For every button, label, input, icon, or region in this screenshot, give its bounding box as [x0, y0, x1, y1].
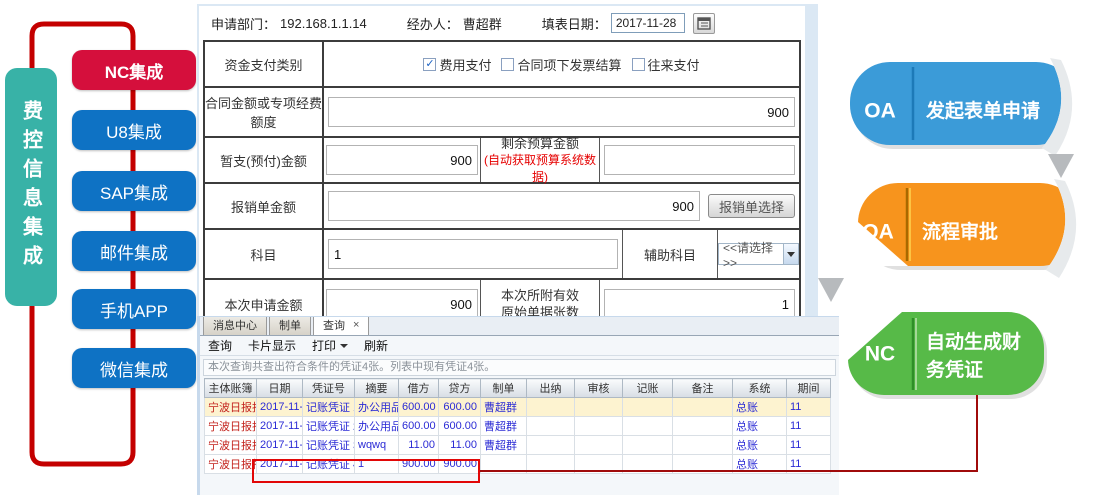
print-dropdown-icon — [340, 344, 348, 348]
advance-amount-input[interactable]: 900 — [326, 145, 478, 175]
reimburse-select-button[interactable]: 报销单选择 — [708, 194, 795, 218]
dept-value: 192.168.1.1.14 — [280, 16, 367, 31]
dept-label: 申请部门： — [211, 14, 276, 33]
row-apply-amount: 本次申请金额 900 本次所附有效 原始单据张数 1 — [205, 280, 799, 318]
calendar-glyph — [697, 16, 711, 30]
sidebar-item-u8: U8集成 — [72, 110, 196, 150]
flow-step-1: OA 发起表单申请 — [850, 54, 1094, 182]
connector-line-horizontal — [480, 470, 977, 472]
combo-arrow-icon[interactable] — [783, 244, 798, 264]
aux-subject-select[interactable]: <<请选择>> — [718, 243, 799, 265]
flow-step-1-label: 发起表单申请 — [925, 99, 1040, 122]
row-payment-type: 资金支付类别 ✓ 费用支付 合同项下发票结算 往来支付 — [205, 42, 799, 88]
budget-label: 剩余预算金额 — [501, 135, 579, 152]
infographic-canvas: 费控信息集成 NC集成 U8集成 SAP集成 邮件集成 手机APP 微信集成 申… — [0, 0, 1094, 495]
contract-amount-input[interactable]: 900 — [328, 97, 795, 127]
checkbox-contract-invoice[interactable]: 合同项下发票结算 — [501, 55, 621, 74]
left-title-text: 费控信息集成 — [17, 100, 46, 274]
table-row[interactable]: 宁波日报报业集..2017-11-03 记账凭证 2办公用品1 600.0060… — [205, 417, 831, 436]
tab-voucher-entry[interactable]: 制单 — [269, 316, 311, 335]
sidebar-item-mobile: 手机APP — [72, 289, 196, 329]
toolbar-card-view-button[interactable]: 卡片显示 — [248, 337, 296, 354]
checkbox-unchecked-icon — [632, 58, 645, 71]
tab-close-icon[interactable]: × — [353, 319, 359, 331]
row-contract-amount: 合同金额或专项经费额度 900 — [205, 88, 799, 138]
date-input[interactable]: 2017-11-28 — [611, 13, 685, 33]
checkbox-unchecked-icon — [501, 58, 514, 71]
sidebar-item-sap: SAP集成 — [72, 171, 196, 211]
row-subject: 科目 1 辅助科目 <<请选择>> — [205, 230, 799, 280]
reimburse-amount-input[interactable]: 900 — [328, 191, 700, 221]
calendar-icon[interactable] — [693, 13, 715, 34]
handler-label: 经办人： — [407, 14, 459, 33]
table-row[interactable]: 宁波日报报业集..2017-11-22 记账凭证 3wqwq 11.0011.0… — [205, 436, 831, 455]
flow-diagram: OA 发起表单申请 OA 流程审批 — [814, 30, 1094, 495]
row-reimburse-amount: 报销单金额 900 报销单选择 — [205, 184, 799, 230]
expense-form-screenshot: 申请部门： 192.168.1.1.14 经办人： 曹超群 填表日期： 2017… — [197, 4, 818, 318]
voucher-highlight-box — [252, 459, 480, 483]
date-label: 填表日期： — [542, 14, 607, 33]
tab-bar: 消息中心 制单 查询 × — [200, 317, 839, 336]
form-header: 申请部门： 192.168.1.1.14 经办人： 曹超群 填表日期： 2017… — [199, 6, 805, 40]
grid-toolbar: 查询 卡片显示 打印 刷新 — [200, 336, 839, 356]
flow-step-3: NC 自动生成财 务凭证 — [848, 312, 1047, 399]
flow-step-2-tag: OA — [862, 221, 894, 244]
flow-step-1-tag: OA — [864, 100, 896, 123]
toolbar-query-button[interactable]: 查询 — [208, 337, 232, 354]
sidebar-item-wechat: 微信集成 — [72, 348, 196, 388]
flow-step-2-label: 流程审批 — [922, 220, 998, 243]
left-title-bar: 费控信息集成 — [5, 68, 57, 306]
subject-input[interactable]: 1 — [328, 239, 618, 269]
sidebar-item-mail: 邮件集成 — [72, 231, 196, 271]
attach-count-input[interactable]: 1 — [604, 289, 795, 318]
toolbar-print-button[interactable]: 打印 — [312, 337, 348, 354]
expense-form-table: 资金支付类别 ✓ 费用支付 合同项下发票结算 往来支付 — [203, 40, 801, 318]
checkbox-current-pay[interactable]: 往来支付 — [632, 55, 700, 74]
apply-amount-input[interactable]: 900 — [326, 289, 478, 318]
budget-amount-input[interactable] — [604, 145, 795, 175]
voucher-table-header: 主体账簿日期 凭证号摘要 借方贷方 制单出纳 审核记账 备注系统 期间 — [205, 379, 831, 398]
row-advance-amount: 暂支(预付)金额 900 剩余预算金额 (自动获取预算系统数据) — [205, 138, 799, 184]
aux-subject-label: 辅助科目 — [623, 230, 718, 278]
checkbox-checked-icon: ✓ — [423, 58, 436, 71]
handler-value: 曹超群 — [463, 14, 502, 33]
arrow-down-icon — [818, 278, 844, 302]
connector-line-vertical — [976, 395, 978, 472]
table-row[interactable]: 宁波日报报业集..2017-11-03 记账凭证 1办公用品1 600.0060… — [205, 398, 831, 417]
arrow-down-icon — [1048, 154, 1074, 178]
flow-step-2: OA 流程审批 — [818, 175, 1094, 302]
toolbar-refresh-button[interactable]: 刷新 — [364, 337, 388, 354]
query-summary: 本次查询共查出符合条件的凭证4张。列表中现有凭证4张。 — [203, 359, 836, 376]
budget-note: (自动获取预算系统数据) — [481, 152, 599, 186]
tab-query[interactable]: 查询 × — [313, 316, 369, 335]
checkbox-expense-pay[interactable]: ✓ 费用支付 — [423, 55, 491, 74]
flow-step-3-tag: NC — [865, 343, 895, 366]
sidebar-item-nc: NC集成 — [72, 50, 196, 90]
tab-message-center[interactable]: 消息中心 — [203, 316, 267, 335]
